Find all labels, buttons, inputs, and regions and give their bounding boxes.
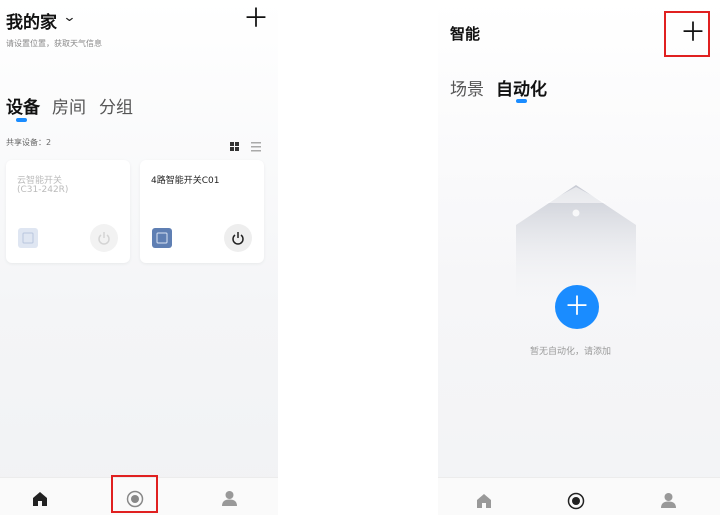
- location-hint[interactable]: 请设置位置，获取天气信息: [6, 38, 102, 49]
- grid-list-icon: [230, 142, 261, 152]
- bottom-nav: [438, 477, 720, 515]
- home-screen: 我的家 ⌄ ＋ 请设置位置，获取天气信息 设备 房间 分组 共享设备：2 云智能…: [0, 0, 278, 515]
- tab-scenes[interactable]: 场景: [450, 75, 484, 100]
- add-automation-button[interactable]: ＋: [555, 285, 599, 329]
- tab-indicator: [16, 118, 27, 122]
- home-title[interactable]: 我的家: [6, 8, 57, 33]
- power-icon: [232, 232, 244, 245]
- home-icon[interactable]: [32, 491, 48, 507]
- smart-screen: 智能 ＋ 场景 自动化 ＋ 暂无自动化，请添加: [438, 0, 720, 515]
- device-model: (C31-242R): [17, 185, 69, 195]
- home-icon[interactable]: [476, 493, 492, 509]
- power-button[interactable]: [224, 224, 252, 252]
- chevron-down-icon[interactable]: ⌄: [62, 10, 76, 25]
- power-icon: [98, 232, 110, 245]
- tab-devices[interactable]: 设备: [6, 93, 40, 118]
- profile-icon[interactable]: [660, 492, 677, 509]
- tab-rooms[interactable]: 房间: [52, 93, 86, 118]
- device-card[interactable]: 4路智能开关C01: [140, 160, 264, 263]
- tab-automation[interactable]: 自动化: [496, 75, 547, 100]
- switch-icon: [18, 228, 38, 248]
- empty-state-text: 暂无自动化，请添加: [530, 347, 612, 357]
- profile-icon[interactable]: [221, 490, 238, 507]
- view-toggle[interactable]: [230, 137, 264, 156]
- smart-icon[interactable]: [567, 492, 585, 510]
- shared-devices-count: 共享设备：2: [6, 138, 52, 147]
- power-button[interactable]: [90, 224, 118, 252]
- tab-indicator: [516, 99, 527, 103]
- switch-icon: [152, 228, 172, 248]
- tab-groups[interactable]: 分组: [99, 93, 133, 118]
- device-card[interactable]: 云智能开关 (C31-242R): [6, 160, 130, 263]
- highlight-box: [664, 11, 710, 57]
- add-device-icon[interactable]: ＋: [243, 6, 269, 32]
- empty-house-illustration: [516, 177, 636, 305]
- highlight-box: [111, 475, 158, 513]
- page-title: 智能: [450, 25, 481, 43]
- device-name: 4路智能开关C01: [151, 176, 220, 186]
